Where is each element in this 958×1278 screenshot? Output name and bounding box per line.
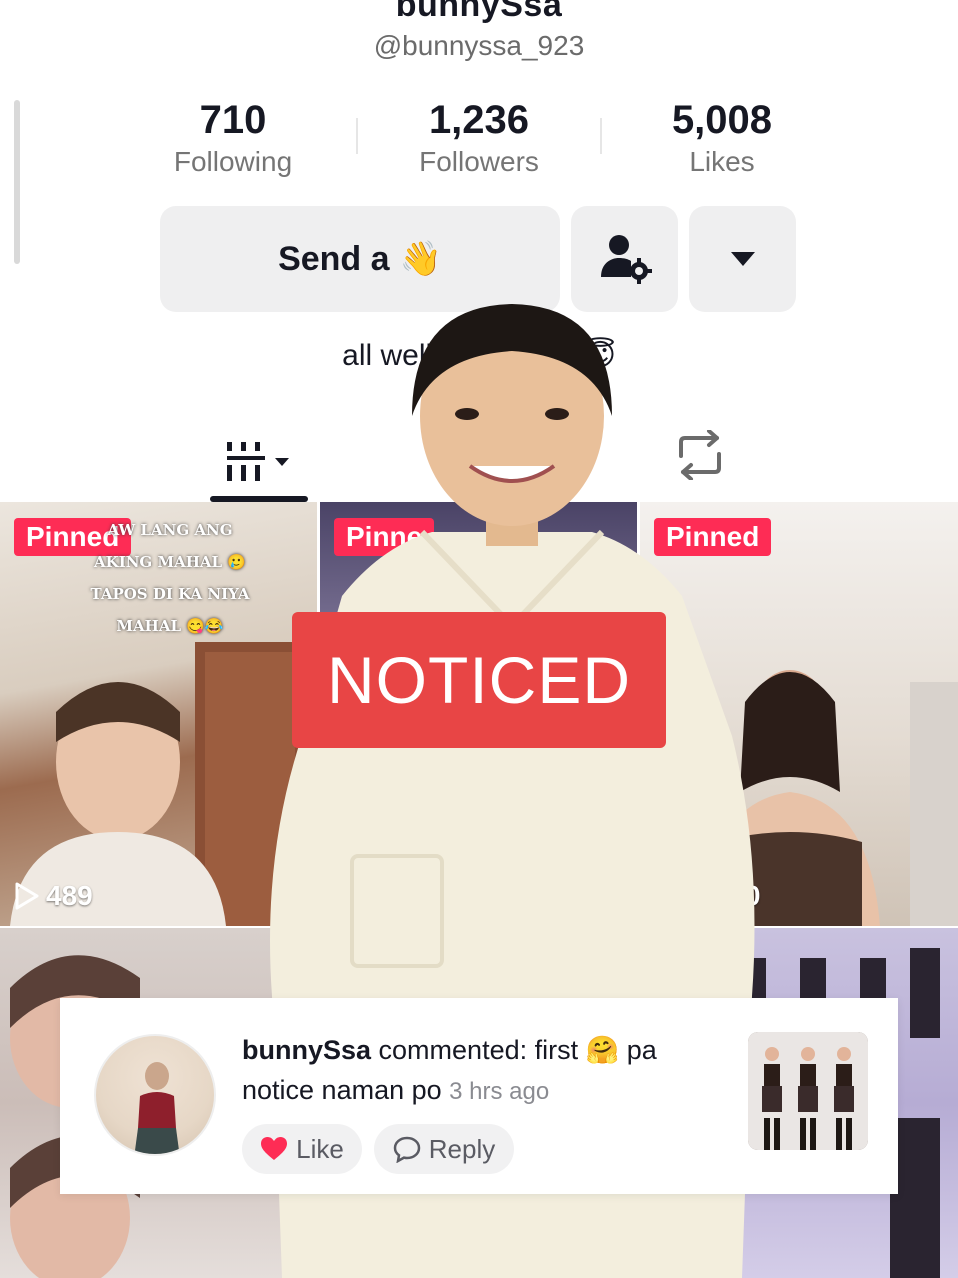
view-count: 489: [14, 880, 93, 912]
view-count-value: ,650: [706, 880, 761, 911]
view-count: ,650: [706, 880, 761, 912]
avatar-image: [134, 1062, 180, 1154]
stat-followers-value: 1,236: [428, 98, 530, 142]
reply-bubble-icon: [393, 1136, 421, 1163]
stat-divider: [356, 118, 358, 154]
scroll-indicator[interactable]: [14, 100, 20, 264]
caption-line: AW LANG ANG: [107, 521, 233, 539]
profile-bio: all well be time 🙏😇: [342, 339, 616, 372]
heart-icon: [261, 1137, 288, 1160]
video-tile[interactable]: Pinned AW LANG ANG AKING MAHAL 🥲 TAPOS D…: [0, 502, 317, 926]
reply-button[interactable]: Reply: [374, 1124, 514, 1174]
caption-line: AKING MAHAL 🥲: [94, 553, 246, 571]
view-count-value: 489: [46, 880, 93, 911]
wave-hand-icon: 👋: [399, 240, 442, 278]
comment-text: bunnySsa commented: first 🤗 pa notice na…: [242, 1030, 712, 1112]
send-button-label: Send a: [278, 239, 390, 278]
comment-video-thumbnail[interactable]: [748, 1032, 868, 1150]
like-button[interactable]: Like: [242, 1124, 362, 1174]
comment-username[interactable]: bunnySsa: [242, 1035, 371, 1065]
stat-following-value: 710: [199, 98, 267, 142]
video-tile[interactable]: Pinned ,650: [640, 502, 958, 926]
stat-followers-label: Followers: [419, 146, 539, 177]
user-settings-button[interactable]: [571, 206, 678, 312]
profile-handle: @bunnyssa_923: [373, 30, 585, 61]
profile-display-name: bunnySsa: [395, 0, 563, 24]
stat-likes-value: 5,008: [671, 98, 773, 142]
pinned-badge: Pinned: [654, 518, 772, 556]
repost-icon: [679, 430, 721, 480]
stat-divider: [600, 118, 602, 154]
tab-reposts[interactable]: [660, 420, 740, 490]
pinned-badge: Pinne: [334, 518, 435, 556]
caret-down-icon: [730, 252, 755, 266]
stat-likes-label: Likes: [689, 146, 755, 177]
stat-followers[interactable]: 1,236 Followers: [379, 96, 579, 180]
like-label: Like: [296, 1133, 344, 1164]
grid-sort-icon: [227, 442, 289, 481]
noticed-sticker: NOTICED: [292, 612, 666, 748]
tab-videos[interactable]: [210, 420, 308, 504]
caption-line: MAHAL 😋😂: [116, 617, 224, 635]
video-thumbnail: [700, 670, 958, 926]
comment-timestamp: 3 hrs ago: [449, 1078, 550, 1105]
stat-following[interactable]: 710 Following: [133, 96, 333, 180]
thumbnail-image: [748, 1032, 868, 1150]
play-icon: [15, 882, 39, 910]
person-gear-icon: [600, 235, 652, 284]
stat-likes[interactable]: 5,008 Likes: [622, 96, 822, 180]
send-wave-button[interactable]: Send a 👋: [160, 206, 560, 312]
more-options-button[interactable]: [689, 206, 796, 312]
comment-notification-card[interactable]: bunnySsa commented: first 🤗 pa notice na…: [60, 998, 898, 1194]
stat-following-label: Following: [173, 146, 293, 177]
video-caption-overlay: AW LANG ANG AKING MAHAL 🥲 TAPOS DI KA NI…: [70, 514, 270, 642]
reply-label: Reply: [428, 1133, 496, 1164]
caption-line: TAPOS DI KA NIYA: [90, 585, 250, 603]
avatar[interactable]: [94, 1034, 216, 1156]
